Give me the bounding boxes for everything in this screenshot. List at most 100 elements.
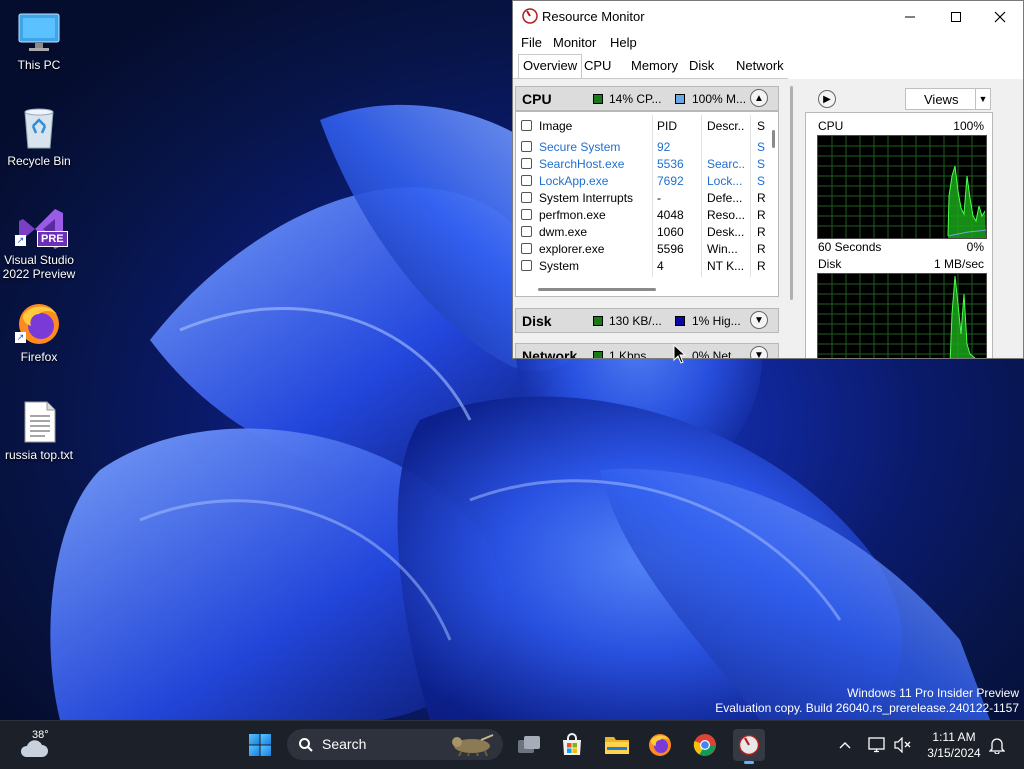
expand-chevron-down-icon[interactable]: ▼ [750, 311, 768, 329]
desktop-icon-label: 2022 Preview [2, 267, 76, 281]
preview-badge: PRE [37, 231, 68, 247]
network-status-button[interactable] [866, 721, 888, 769]
desktop-icon-russia-top-txt[interactable]: russia top.txt [1, 400, 77, 462]
row-checkbox[interactable] [521, 260, 532, 271]
vertical-scrollbar[interactable] [772, 130, 775, 148]
network-io-stat: 1 Kbps ... [609, 349, 660, 359]
task-view-button[interactable] [513, 729, 545, 761]
minimize-button[interactable] [887, 1, 933, 32]
clock-time: 1:11 AM [932, 730, 976, 744]
title-bar[interactable]: Resource Monitor [513, 1, 1023, 32]
volume-button[interactable] [892, 721, 914, 769]
column-header-description[interactable]: Descr... [707, 119, 745, 133]
row-checkbox[interactable] [521, 243, 532, 254]
menu-monitor[interactable]: Monitor [553, 35, 596, 50]
cpu-panel-header[interactable]: CPU 14% CP... 100% M... ▲ [515, 86, 779, 111]
network-panel-title: Network [522, 348, 578, 359]
firefox-taskbar-button[interactable] [644, 729, 676, 761]
tab-disk[interactable]: Disk [685, 55, 718, 77]
desktop-icon-this-pc[interactable]: This PC [1, 10, 77, 72]
firefox-icon: ↗ [15, 302, 61, 346]
table-row[interactable]: LockApp.exe 7692 Lock... S [516, 173, 778, 190]
show-hidden-icons-button[interactable] [834, 721, 856, 769]
cell-description: Reso... [707, 208, 745, 222]
row-checkbox[interactable] [521, 192, 532, 203]
overview-scrollbar[interactable] [790, 86, 793, 300]
column-header-status[interactable]: S [757, 119, 765, 133]
menu-help[interactable]: Help [610, 35, 637, 50]
desktop-icon-firefox[interactable]: ↗ Firefox [1, 302, 77, 364]
column-header-pid[interactable]: PID [657, 119, 677, 133]
table-row[interactable]: explorer.exe 5596 Win... R [516, 241, 778, 258]
table-row[interactable]: dwm.exe 1060 Desk... R [516, 224, 778, 241]
disk-panel-title: Disk [522, 313, 552, 329]
close-button[interactable] [977, 1, 1023, 32]
cell-status: R [757, 191, 766, 205]
network-io-swatch [593, 351, 603, 358]
chrome-taskbar-button[interactable] [689, 729, 721, 761]
resource-monitor-taskbar-button[interactable] [733, 729, 765, 764]
desktop-icon-visual-studio[interactable]: PRE ↗ Visual Studio 2022 Preview [1, 205, 77, 281]
cell-description: Lock... [707, 174, 743, 188]
desktop-icon-label: Visual Studio [4, 253, 74, 267]
resource-monitor-app-icon [522, 8, 538, 24]
row-checkbox[interactable] [521, 175, 532, 186]
table-row[interactable]: Secure System 92 S [516, 139, 778, 156]
watermark-line2: Evaluation copy. Build 26040.rs_prerelea… [715, 701, 1019, 715]
desktop-icon-recycle-bin[interactable]: Recycle Bin [1, 106, 77, 168]
menu-file[interactable]: File [521, 35, 542, 50]
row-checkbox[interactable] [521, 209, 532, 220]
row-checkbox[interactable] [521, 226, 532, 237]
table-header-row: Image PID Descr... S [516, 118, 778, 135]
firefox-icon [649, 734, 671, 756]
text-file-icon [17, 400, 61, 444]
tab-network[interactable]: Network [732, 55, 788, 77]
tab-overview[interactable]: Overview [518, 54, 583, 79]
disk-graph-label: Disk [818, 257, 842, 271]
notifications-button[interactable] [986, 721, 1008, 769]
network-util-stat: 0% Net... [692, 349, 742, 359]
tab-cpu[interactable]: CPU [580, 55, 615, 77]
disk-panel-header[interactable]: Disk 130 KB/... 1% Hig... ▼ [515, 308, 779, 333]
select-all-checkbox[interactable] [521, 120, 532, 131]
clock[interactable]: 1:11 AM 3/15/2024 [920, 721, 988, 769]
views-dropdown[interactable]: Views ▼ [905, 88, 991, 110]
collapse-chevron-up-icon[interactable]: ▲ [750, 89, 768, 107]
maximize-button[interactable] [933, 1, 979, 32]
cell-pid: 92 [657, 140, 671, 154]
cell-pid: 4 [657, 259, 664, 273]
file-explorer-button[interactable] [601, 729, 633, 761]
search-icon [299, 738, 313, 752]
shortcut-arrow-icon: ↗ [15, 235, 26, 246]
cpu-graph-min: 0% [966, 240, 984, 254]
horizontal-scrollbar[interactable] [538, 288, 656, 291]
windows-watermark: Windows 11 Pro Insider Preview Evaluatio… [715, 686, 1019, 716]
weather-widget[interactable]: 38° [12, 725, 62, 765]
start-button[interactable] [244, 729, 276, 761]
disk-graph-max: 1 MB/sec [933, 257, 984, 271]
volume-muted-icon [894, 737, 911, 753]
row-checkbox[interactable] [521, 141, 532, 152]
table-row[interactable]: System 4 NT K... R [516, 258, 778, 275]
expand-chevron-down-icon[interactable]: ▼ [750, 346, 768, 358]
cell-image: SearchHost.exe [539, 157, 625, 171]
tab-memory[interactable]: Memory [627, 55, 682, 77]
table-row[interactable]: perfmon.exe 4048 Reso... R [516, 207, 778, 224]
row-checkbox[interactable] [521, 158, 532, 169]
table-row[interactable]: System Interrupts - Defe... R [516, 190, 778, 207]
cell-description: Desk... [707, 225, 745, 239]
network-panel-header[interactable]: Network 1 Kbps ... 0% Net... ▼ [515, 343, 779, 359]
cpu-panel-title: CPU [522, 91, 552, 107]
active-app-indicator [744, 761, 754, 764]
cell-description: Win... [707, 242, 738, 256]
taskbar-search-box[interactable]: Search [287, 729, 503, 760]
network-icon [868, 737, 885, 753]
column-header-image[interactable]: Image [539, 119, 572, 133]
cell-image: System Interrupts [539, 191, 634, 205]
folder-icon [605, 737, 629, 754]
table-row[interactable]: SearchHost.exe 5536 Searc... S [516, 156, 778, 173]
cell-status: R [757, 225, 766, 239]
microsoft-store-button[interactable] [556, 729, 588, 761]
weather-temp: 38° [32, 729, 49, 741]
collapse-pane-button[interactable]: ▶ [818, 90, 836, 108]
